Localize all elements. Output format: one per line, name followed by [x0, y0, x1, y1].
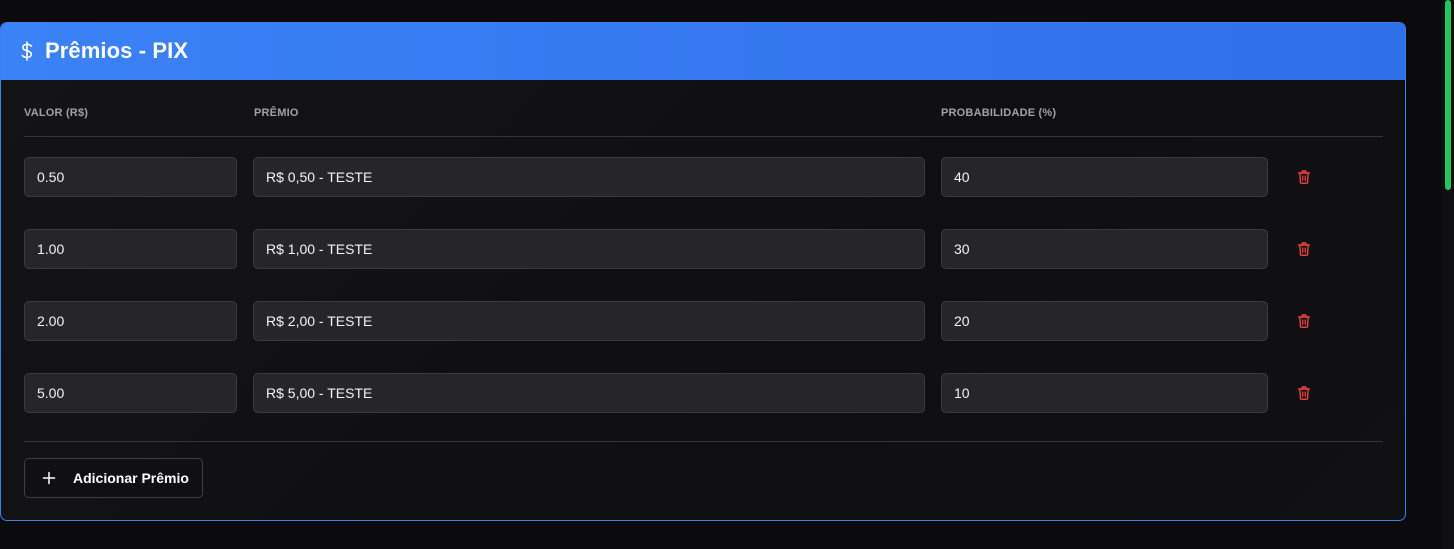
footer-divider — [24, 441, 1383, 442]
card-header: Prêmios - PIX — [1, 23, 1405, 80]
header-divider — [24, 136, 1383, 137]
trash-icon — [1297, 242, 1311, 256]
probabilidade-input[interactable] — [941, 301, 1268, 341]
scrollbar-thumb[interactable] — [1445, 0, 1451, 190]
plus-icon — [42, 471, 56, 485]
trash-icon — [1297, 170, 1311, 184]
column-header-probabilidade: PROBABILIDADE (%) — [941, 107, 1057, 119]
valor-input[interactable] — [24, 301, 237, 341]
page-scrollbar[interactable] — [1442, 0, 1454, 549]
premio-input[interactable] — [253, 157, 925, 197]
column-header-premio: PRÊMIO — [254, 107, 299, 119]
premio-input[interactable] — [253, 229, 925, 269]
page: Prêmios - PIX VALOR (R$) PRÊMIO PROBABIL… — [0, 0, 1454, 549]
valor-input[interactable] — [24, 229, 237, 269]
delete-prize-button[interactable] — [1292, 309, 1316, 333]
valor-input[interactable] — [24, 157, 237, 197]
delete-prize-button[interactable] — [1292, 165, 1316, 189]
add-prize-label: Adicionar Prêmio — [73, 470, 189, 486]
delete-prize-button[interactable] — [1292, 237, 1316, 261]
column-header-valor: VALOR (R$) — [24, 107, 89, 119]
add-prize-button[interactable]: Adicionar Prêmio — [24, 458, 203, 498]
premio-input[interactable] — [253, 301, 925, 341]
prizes-card: Prêmios - PIX VALOR (R$) PRÊMIO PROBABIL… — [0, 22, 1406, 521]
card-title: Prêmios - PIX — [45, 38, 189, 63]
premio-input[interactable] — [253, 373, 925, 413]
probabilidade-input[interactable] — [941, 373, 1268, 413]
trash-icon — [1297, 386, 1311, 400]
trash-icon — [1297, 314, 1311, 328]
probabilidade-input[interactable] — [941, 229, 1268, 269]
probabilidade-input[interactable] — [941, 157, 1268, 197]
valor-input[interactable] — [24, 373, 237, 413]
dollar-icon — [19, 40, 35, 62]
delete-prize-button[interactable] — [1292, 381, 1316, 405]
